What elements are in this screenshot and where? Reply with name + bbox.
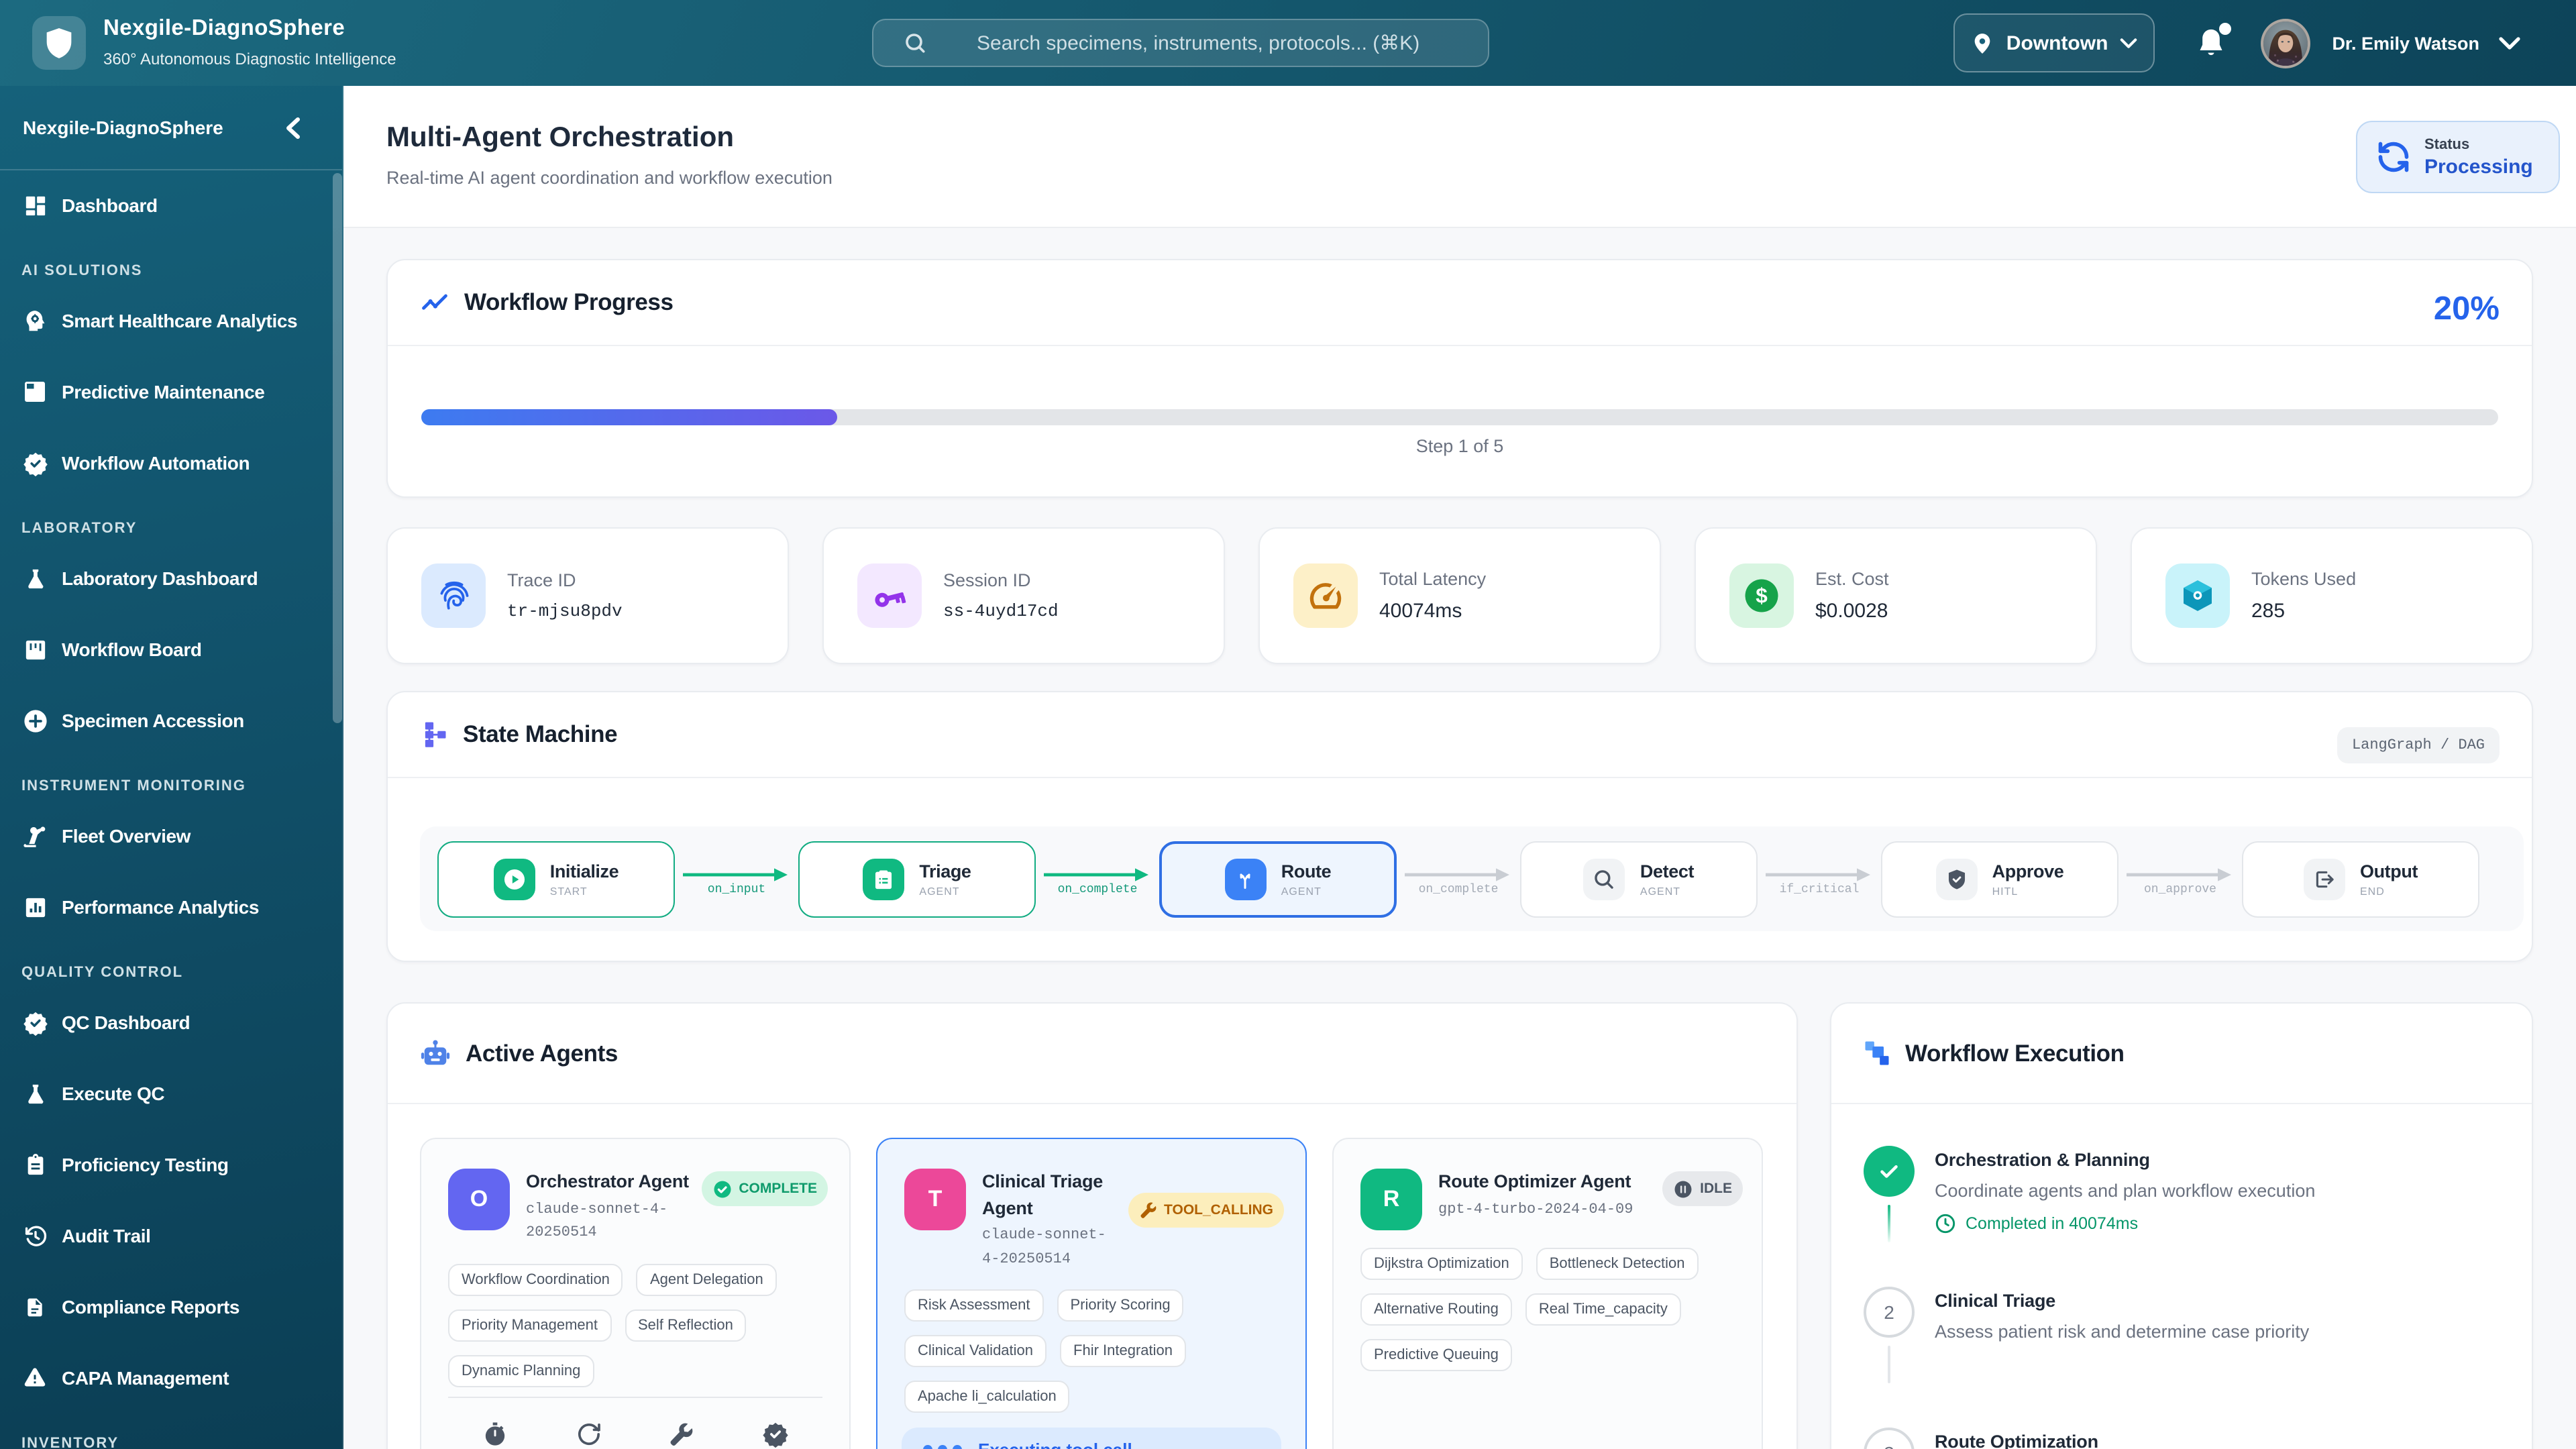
svg-text:$: $ bbox=[1756, 584, 1768, 608]
